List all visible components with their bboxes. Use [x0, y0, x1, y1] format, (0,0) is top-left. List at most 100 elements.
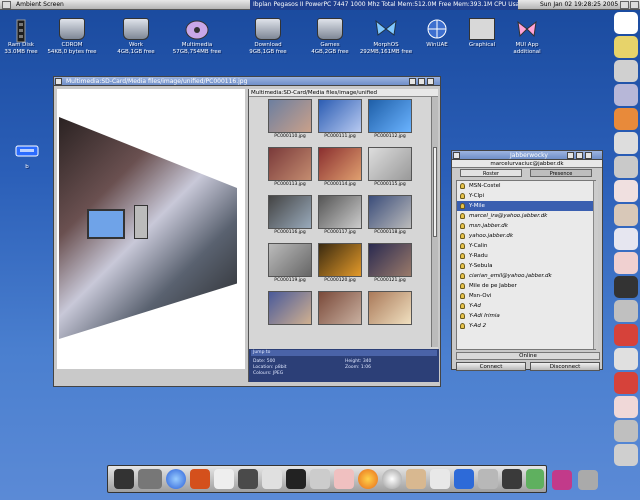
- scissors-icon[interactable]: [614, 156, 638, 178]
- cat-icon[interactable]: [406, 469, 426, 489]
- memory-icon[interactable]: [502, 469, 522, 489]
- list-item[interactable]: MSN-Costel: [457, 181, 595, 191]
- zoom-button[interactable]: [567, 152, 574, 159]
- list-item[interactable]: msn.jabber.dk: [457, 221, 595, 231]
- thumbnail[interactable]: PC000117.jpg: [317, 195, 363, 236]
- cdrom-icon[interactable]: CDROM 54KB,0 bytes free: [44, 18, 100, 56]
- drive-icon[interactable]: [454, 469, 474, 489]
- shutdown-icon[interactable]: [552, 470, 572, 490]
- jabber-titlebar[interactable]: Jabberwocky: [452, 151, 602, 160]
- media-icon[interactable]: [286, 469, 306, 489]
- depth-button[interactable]: [585, 152, 592, 159]
- viewer-titlebar[interactable]: Multimedia:SD-Card/Media files/image/uni…: [54, 77, 440, 86]
- magnifier-icon[interactable]: [614, 252, 638, 274]
- thumbnail[interactable]: PC000110.jpg: [267, 99, 313, 140]
- printer-icon[interactable]: [578, 470, 598, 490]
- glasses-icon[interactable]: [614, 132, 638, 154]
- media-player-icon[interactable]: [614, 60, 638, 82]
- pen-icon[interactable]: [262, 469, 282, 489]
- list-item[interactable]: ciarian_emil@yahoo.jabber.dk: [457, 271, 595, 281]
- ball-icon[interactable]: [382, 469, 402, 489]
- cross-tool-icon[interactable]: [614, 84, 638, 106]
- screen-close-button[interactable]: [630, 1, 639, 9]
- thumbnail[interactable]: PC000114.jpg: [317, 147, 363, 188]
- thumbnail[interactable]: [267, 291, 313, 325]
- multimedia-drive-icon[interactable]: Multimedia 57GB,754MB free: [168, 18, 226, 56]
- magnifier-icon[interactable]: [614, 180, 638, 202]
- list-item[interactable]: Y-Ad: [457, 301, 595, 311]
- thumbnail[interactable]: PC000120.jpg: [317, 243, 363, 284]
- thumbnail[interactable]: PC000119.jpg: [267, 243, 313, 284]
- graphical-icon[interactable]: Graphical: [462, 18, 502, 49]
- scissors-icon[interactable]: [614, 300, 638, 322]
- thumbnail[interactable]: [367, 291, 413, 325]
- thumbnail[interactable]: PC000115.jpg: [367, 147, 413, 188]
- tab-roster[interactable]: Roster: [460, 169, 522, 177]
- tab-presence[interactable]: Presence: [530, 169, 592, 177]
- browser-scrollbar[interactable]: [431, 97, 438, 347]
- list-item[interactable]: yahoo.jabber.dk: [457, 231, 595, 241]
- list-item[interactable]: marcel_ira@yahoo.jabber.dk: [457, 211, 595, 221]
- list-item[interactable]: Msn-Ovi: [457, 291, 595, 301]
- list-item[interactable]: Y-Clpi: [457, 191, 595, 201]
- connect-button[interactable]: Connect: [456, 362, 526, 371]
- work-drive-icon[interactable]: Work 4GB,1GB free: [110, 18, 162, 56]
- ramdisk-icon[interactable]: Ram Disk 33.0MB free: [2, 18, 40, 56]
- iconify-button[interactable]: [418, 78, 425, 85]
- thumbnail[interactable]: PC000118.jpg: [367, 195, 413, 236]
- network-icon[interactable]: [430, 469, 450, 489]
- tools-icon[interactable]: [614, 420, 638, 442]
- editor-icon[interactable]: [526, 469, 544, 489]
- pdf-icon[interactable]: [614, 324, 638, 346]
- image-preview-pane[interactable]: [57, 89, 245, 369]
- zoom-button[interactable]: [409, 78, 416, 85]
- thumbnail[interactable]: [317, 291, 363, 325]
- headphones-icon[interactable]: [214, 469, 234, 489]
- globe-icon[interactable]: [166, 469, 186, 489]
- download-drive-icon[interactable]: Download 9GB,1GB free: [242, 18, 294, 56]
- list-item[interactable]: Y-Ad 2: [457, 321, 595, 331]
- screen-depth-button[interactable]: [620, 1, 629, 9]
- list-item[interactable]: Y-Adi Irimia: [457, 311, 595, 321]
- thumbnail[interactable]: PC000112.jpg: [367, 99, 413, 140]
- roster-scrollbar[interactable]: [593, 181, 598, 349]
- thumbnail[interactable]: PC000116.jpg: [267, 195, 313, 236]
- thumbnail[interactable]: PC000111.jpg: [317, 99, 363, 140]
- list-item[interactable]: Y-Calin: [457, 241, 595, 251]
- games-drive-icon[interactable]: Games 4GB,2GB free: [304, 18, 356, 56]
- cross-tool-icon[interactable]: [614, 348, 638, 370]
- list-item[interactable]: Mile de pe Jabber: [457, 281, 595, 291]
- morphos-drive-icon[interactable]: MorphOS 292MB,161MB free: [356, 18, 416, 56]
- chat-icon[interactable]: [334, 469, 354, 489]
- list-item[interactable]: Y-Sebula: [457, 261, 595, 271]
- status-select[interactable]: Online: [456, 352, 600, 360]
- tools-icon[interactable]: [614, 204, 638, 226]
- sun-icon[interactable]: [358, 469, 378, 489]
- mui-app-icon[interactable]: MUI App additional: [506, 18, 548, 56]
- list-item[interactable]: Y-Mile: [457, 201, 595, 211]
- close-button[interactable]: [453, 152, 460, 159]
- thumbnail[interactable]: PC000121.jpg: [367, 243, 413, 284]
- thumbnail[interactable]: PC000113.jpg: [267, 147, 313, 188]
- shell-icon[interactable]: [114, 469, 134, 489]
- screen-menu-button[interactable]: [2, 1, 11, 9]
- scissors-icon[interactable]: [614, 444, 638, 466]
- mail-icon[interactable]: [310, 469, 330, 489]
- camera-icon[interactable]: [614, 276, 638, 298]
- drive-b-icon[interactable]: b: [12, 140, 42, 171]
- paint-icon[interactable]: [614, 108, 638, 130]
- magnifier-icon[interactable]: [614, 396, 638, 418]
- pdf-icon[interactable]: [614, 372, 638, 394]
- person-icon[interactable]: [238, 469, 258, 489]
- disconnect-button[interactable]: Disconnect: [530, 362, 600, 371]
- close-button[interactable]: [55, 78, 62, 85]
- camera-icon[interactable]: [478, 469, 498, 489]
- iconify-button[interactable]: [576, 152, 583, 159]
- winuae-icon[interactable]: WinUAE: [418, 18, 456, 49]
- music-icon[interactable]: [614, 36, 638, 58]
- morphos-icon[interactable]: [614, 12, 638, 34]
- scorpion-icon[interactable]: [190, 469, 210, 489]
- list-item[interactable]: Y-Radu: [457, 251, 595, 261]
- cross-tool-icon[interactable]: [614, 228, 638, 250]
- scrollbar-knob[interactable]: [433, 147, 437, 237]
